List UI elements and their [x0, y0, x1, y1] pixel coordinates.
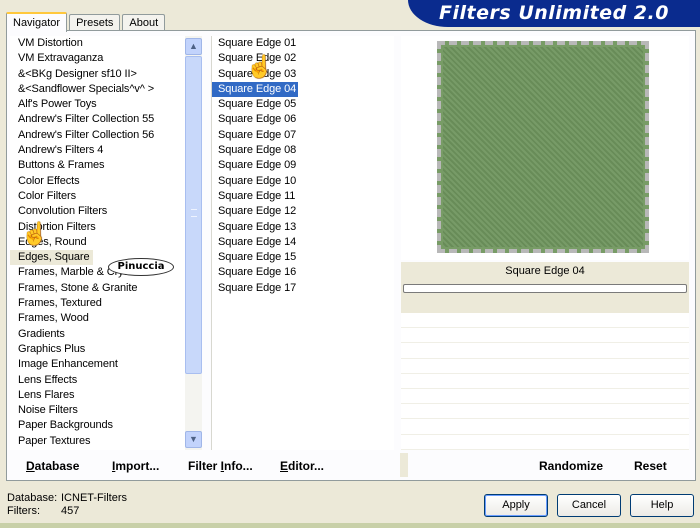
filter-info-button[interactable]: Filter Info... [188, 459, 253, 473]
category-item[interactable]: Paper Backgrounds [10, 418, 202, 433]
progress-bar [403, 284, 687, 293]
action-separator [400, 453, 408, 477]
app-title: Filters Unlimited 2.0 [408, 0, 700, 27]
preview-image [437, 41, 649, 253]
category-item[interactable]: Alf's Power Toys [10, 97, 202, 112]
import-button[interactable]: Import... [112, 459, 159, 473]
category-item[interactable]: VM Distortion [10, 36, 202, 51]
category-scrollbar[interactable]: ▲ ▼ [185, 36, 202, 450]
category-item[interactable]: Gradients [10, 327, 202, 342]
filter-item[interactable]: Square Edge 14 [212, 235, 394, 250]
filter-item[interactable]: Square Edge 13 [212, 220, 394, 235]
filter-item[interactable]: Square Edge 15 [212, 250, 394, 265]
filter-item[interactable]: Square Edge 17 [212, 281, 394, 296]
category-item[interactable]: Graphics Plus [10, 342, 202, 357]
apply-button[interactable]: Apply [484, 494, 548, 517]
category-item[interactable]: Noise Filters [10, 403, 202, 418]
category-item[interactable]: Andrew's Filters 4 [10, 143, 202, 158]
filter-item[interactable]: Square Edge 10 [212, 174, 394, 189]
category-item[interactable]: Frames, Textured [10, 296, 202, 311]
category-item[interactable]: Lens Flares [10, 388, 202, 403]
category-item[interactable]: Frames, Wood [10, 311, 202, 326]
filter-list[interactable]: Square Edge 01 Square Edge 02 Square Edge … [211, 36, 394, 450]
filter-name-bar: Square Edge 04 [401, 262, 689, 313]
filters-count: 457 [61, 505, 80, 517]
category-item[interactable]: Frames, Stone & Granite [10, 281, 202, 296]
filter-item[interactable]: Square Edge 02 [212, 51, 394, 66]
database-value: ICNET-Filters [61, 492, 127, 504]
scroll-down-icon[interactable]: ▼ [185, 431, 202, 448]
database-label: Database: [7, 492, 58, 504]
category-item[interactable]: Buttons & Frames [10, 158, 202, 173]
category-item[interactable]: Convolution Filters [10, 204, 202, 219]
filter-item[interactable]: Square Edge 07 [212, 128, 394, 143]
filter-item[interactable]: Square Edge 01 [212, 36, 394, 51]
category-list[interactable]: VM Distortion VM Extravaganza &<BKg Design… [10, 36, 202, 450]
reset-button[interactable]: Reset [634, 459, 667, 473]
category-item[interactable]: &<BKg Designer sf10 II> [10, 67, 202, 82]
tab-navigator[interactable]: Navigator [6, 12, 68, 32]
filter-item[interactable]: Square Edge 12 [212, 204, 394, 219]
watermark-signature: Pinuccia [108, 258, 174, 276]
category-item[interactable]: Color Effects [10, 174, 202, 189]
filter-item[interactable]: Square Edge 03 [212, 67, 394, 82]
database-button[interactable]: Database [26, 459, 79, 473]
category-item[interactable]: Color Filters [10, 189, 202, 204]
tab-about[interactable]: About [122, 14, 166, 31]
filter-item[interactable]: Square Edge 09 [212, 158, 394, 173]
category-item[interactable]: Lens Effects [10, 373, 202, 388]
editor-button[interactable]: Editor... [280, 459, 324, 473]
action-bar: Database Import... Filter Info... Editor… [10, 453, 690, 477]
filters-label: Filters: [7, 505, 40, 517]
preview-filter-name: Square Edge 04 [505, 265, 585, 277]
cancel-button[interactable]: Cancel [557, 494, 621, 517]
scroll-up-icon[interactable]: ▲ [185, 38, 202, 55]
category-item[interactable]: Edges, Round [10, 235, 202, 250]
filter-item[interactable]: Square Edge 16 [212, 265, 394, 280]
filter-item[interactable]: Square Edge 08 [212, 143, 394, 158]
category-item[interactable]: Image Enhancement [10, 357, 202, 372]
filter-item[interactable]: Square Edge 04 [212, 81, 299, 98]
help-button[interactable]: Help [630, 494, 694, 517]
category-item[interactable]: &<Sandflower Specials^v^ > [10, 82, 202, 97]
database-info: Database: ICNET-Filters Filters: 457 [7, 492, 127, 518]
category-item[interactable]: Paper Textures [10, 434, 202, 449]
filter-item[interactable]: Square Edge 05 [212, 97, 394, 112]
taskbar-strip [0, 523, 700, 528]
scroll-thumb[interactable] [185, 56, 202, 374]
category-item[interactable]: VM Extravaganza [10, 51, 202, 66]
randomize-button[interactable]: Randomize [539, 459, 603, 473]
filter-controls [401, 313, 689, 450]
category-item[interactable]: Andrew's Filter Collection 55 [10, 112, 202, 127]
filter-item[interactable]: Square Edge 11 [212, 189, 394, 204]
category-item[interactable]: Edges, Square [10, 250, 94, 266]
category-item[interactable]: Distortion Filters [10, 220, 202, 235]
tab-strip: Navigator Presets About [6, 11, 167, 32]
preview-area [401, 36, 689, 260]
tab-presets[interactable]: Presets [69, 14, 121, 31]
filter-item[interactable]: Square Edge 06 [212, 112, 394, 127]
category-item[interactable]: Andrew's Filter Collection 56 [10, 128, 202, 143]
